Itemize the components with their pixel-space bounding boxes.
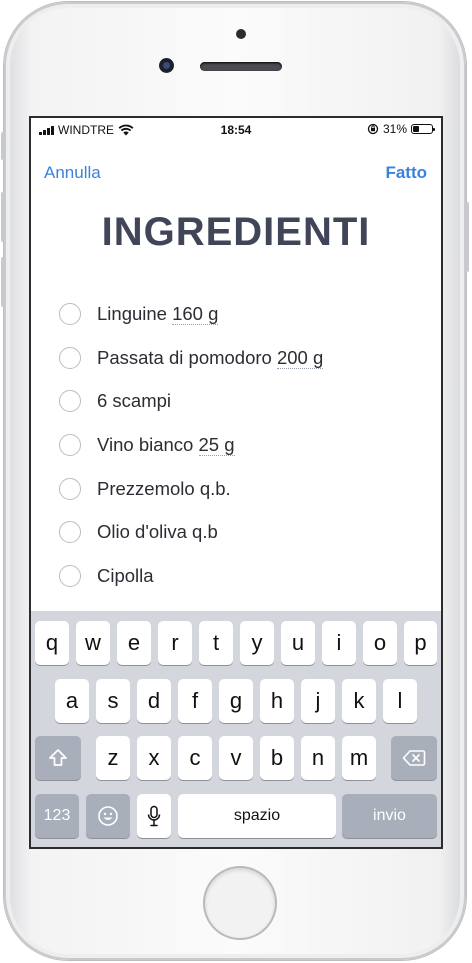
backspace-key[interactable]: [391, 736, 437, 780]
page-title: INGREDIENTI: [101, 210, 371, 254]
checkbox-circle[interactable]: [59, 302, 81, 325]
keyboard: q w e r t y u i o p a s d f g h j k l z …: [31, 611, 441, 847]
list-item: Cipolla: [59, 554, 323, 598]
key[interactable]: q: [35, 621, 69, 665]
return-key[interactable]: invio: [342, 794, 437, 838]
checkbox-circle[interactable]: [59, 521, 81, 544]
key[interactable]: l: [383, 679, 417, 723]
key[interactable]: o: [363, 621, 397, 665]
list-item: Olio d'oliva q.b: [59, 510, 323, 554]
shift-icon: [49, 749, 67, 766]
key[interactable]: i: [322, 621, 356, 665]
key[interactable]: a: [55, 679, 89, 723]
dictation-key[interactable]: [137, 794, 171, 838]
key[interactable]: b: [260, 736, 294, 780]
item-label[interactable]: Vino bianco 25 g: [97, 433, 235, 456]
checkbox-circle[interactable]: [59, 564, 81, 587]
power-button: [465, 202, 469, 272]
space-key[interactable]: spazio: [178, 794, 336, 838]
battery-percent: 31%: [382, 122, 407, 136]
key[interactable]: r: [158, 621, 192, 665]
key[interactable]: u: [281, 621, 315, 665]
key[interactable]: j: [301, 679, 335, 723]
screen: WINDTRE 18:54 31% Annulla Fatto INGREDIE…: [29, 116, 443, 849]
key[interactable]: v: [219, 736, 253, 780]
emoji-icon: [98, 806, 118, 826]
volume-up-button: [1, 192, 5, 242]
item-label[interactable]: Olio d'oliva q.b: [97, 521, 218, 543]
item-label[interactable]: Linguine 160 g: [97, 302, 219, 325]
ingredient-list: Linguine 160 g Passata di pomodoro 200 g…: [59, 292, 324, 598]
shift-key[interactable]: [35, 736, 81, 780]
key[interactable]: s: [96, 679, 130, 723]
status-right: 31%: [367, 122, 435, 136]
status-bar: WINDTRE 18:54 31%: [31, 118, 441, 142]
key[interactable]: m: [342, 736, 376, 780]
checkbox-circle[interactable]: [59, 390, 81, 413]
front-camera: [159, 58, 174, 73]
key[interactable]: z: [96, 736, 130, 780]
key[interactable]: w: [76, 621, 110, 665]
list-item: Passata di pomodoro 200 g: [59, 336, 324, 380]
proximity-sensor: [236, 29, 246, 39]
done-button[interactable]: Fatto: [385, 163, 427, 183]
earpiece-speaker: [200, 62, 282, 71]
home-button[interactable]: [205, 868, 275, 938]
item-label[interactable]: Cipolla: [97, 565, 154, 587]
key[interactable]: x: [137, 736, 171, 780]
list-item: Prezzemolo q.b.: [59, 467, 323, 511]
checkbox-circle[interactable]: [59, 346, 81, 369]
item-label[interactable]: 6 scampi: [97, 390, 171, 412]
list-item: 6 scampi: [59, 379, 323, 423]
battery-icon: [411, 124, 435, 134]
key[interactable]: c: [178, 736, 212, 780]
orientation-lock-icon: [367, 123, 379, 135]
key[interactable]: n: [301, 736, 335, 780]
volume-down-button: [1, 257, 5, 307]
key[interactable]: h: [260, 679, 294, 723]
backspace-icon: [402, 750, 426, 766]
key[interactable]: f: [178, 679, 212, 723]
checkbox-circle[interactable]: [59, 433, 81, 456]
item-label[interactable]: Prezzemolo q.b.: [97, 478, 231, 500]
key[interactable]: t: [199, 621, 233, 665]
key[interactable]: p: [404, 621, 437, 665]
key[interactable]: y: [240, 621, 274, 665]
cancel-button[interactable]: Annulla: [44, 163, 101, 183]
item-label[interactable]: Passata di pomodoro 200 g: [97, 346, 324, 369]
checkbox-circle[interactable]: [59, 477, 81, 500]
key[interactable]: g: [219, 679, 253, 723]
list-item: Linguine 160 g: [59, 292, 323, 336]
battery-fill: [413, 126, 419, 132]
key[interactable]: k: [342, 679, 376, 723]
key[interactable]: e: [117, 621, 151, 665]
microphone-icon: [147, 805, 161, 827]
mute-switch: [1, 132, 5, 160]
numbers-key[interactable]: 123: [35, 794, 79, 838]
emoji-key[interactable]: [86, 794, 130, 838]
key[interactable]: d: [137, 679, 171, 723]
list-item: Vino bianco 25 g: [59, 423, 323, 467]
